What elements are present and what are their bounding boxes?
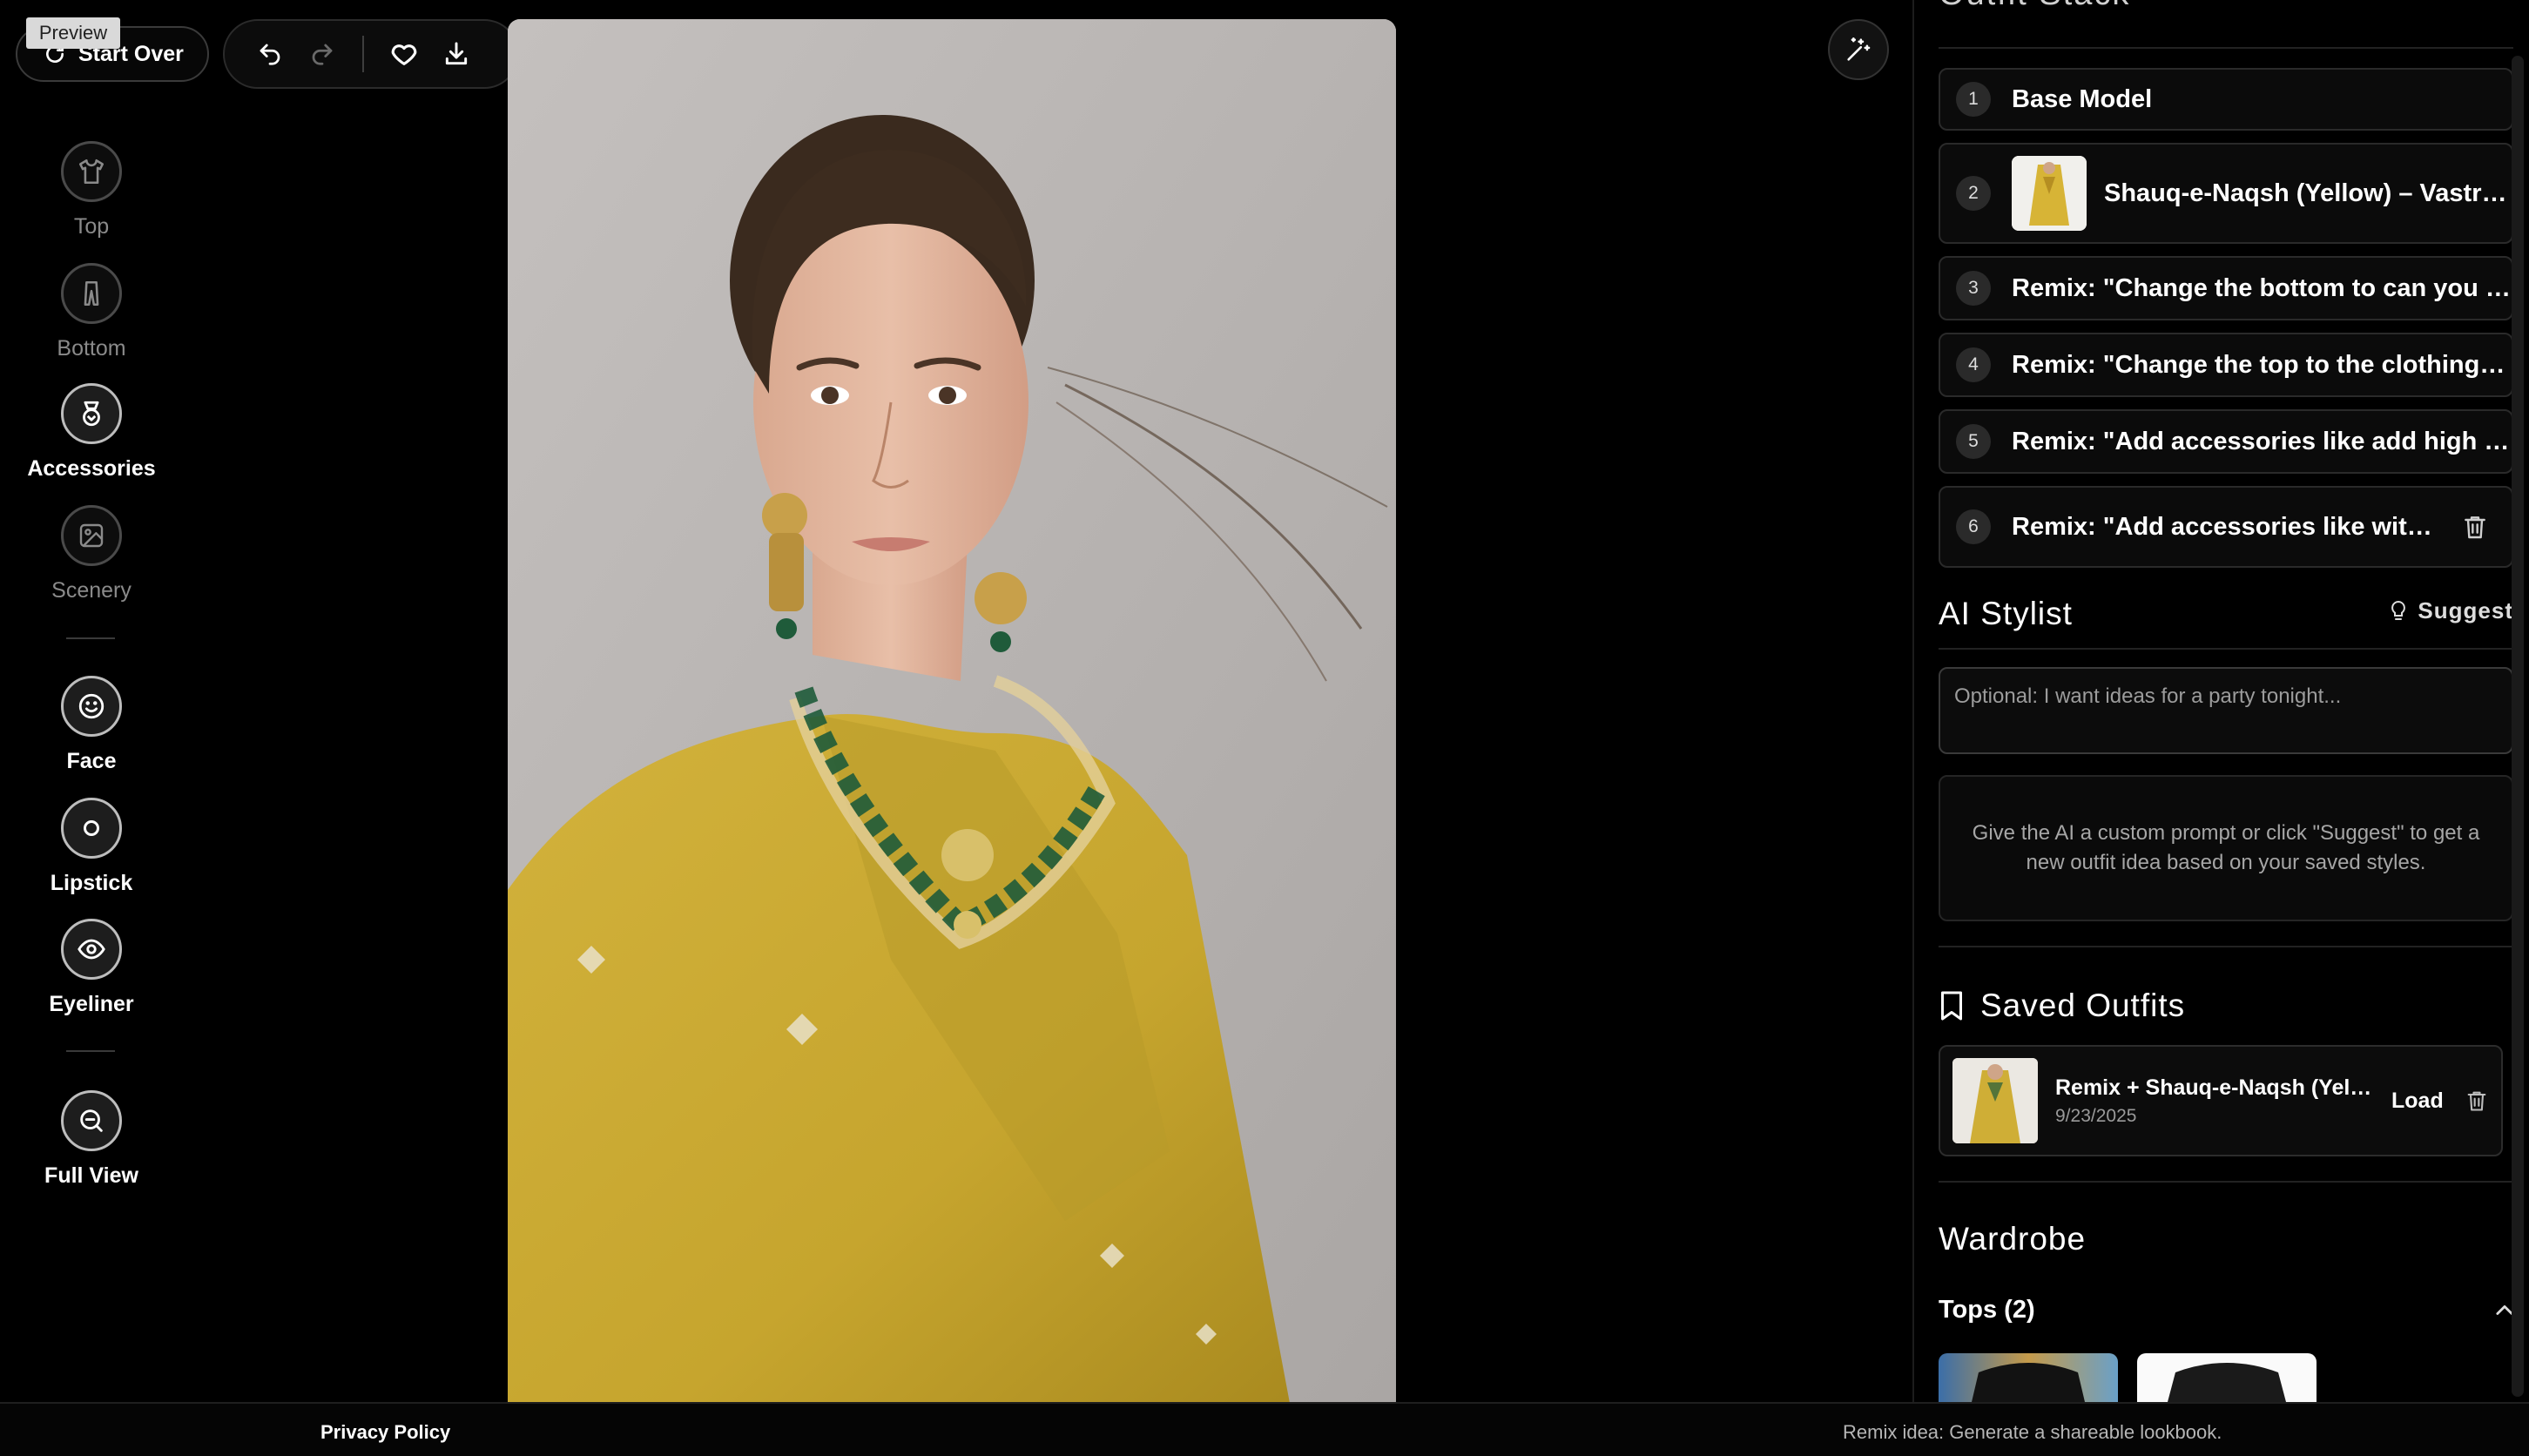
rail-item-eyeliner[interactable]: Eyeliner (0, 919, 183, 1017)
stack-item-label: Base Model (2012, 84, 2153, 113)
stylist-prompt-input[interactable] (1939, 667, 2513, 754)
rail-item-full-view[interactable]: Full View (0, 1090, 183, 1189)
redo-icon (312, 44, 333, 65)
stack-item-label: Remix: "Change the bottom to can you mak… (2012, 273, 2512, 302)
rail-item-top[interactable]: Top (0, 141, 183, 239)
undo-icon (260, 44, 280, 65)
image-icon (61, 505, 122, 566)
sparkle-wand-icon (1847, 37, 1871, 61)
pants-icon (61, 263, 122, 324)
rail-divider (66, 637, 115, 639)
preview-tag: Preview (26, 17, 120, 49)
delete-stack-item-button[interactable] (2461, 513, 2489, 541)
garment-thumbnail (2012, 156, 2087, 231)
redo-button[interactable] (296, 28, 348, 80)
trash-icon (2465, 516, 2485, 539)
stack-item-label: Remix: "Add accessories like add high he… (2012, 427, 2512, 455)
section-divider (1939, 648, 2513, 650)
lipstick-icon (61, 798, 122, 859)
bookmark-icon (1941, 991, 1962, 1021)
suggest-button[interactable]: Suggest (2388, 597, 2513, 624)
stack-item-label: Remix: "Change the top to the clothing i… (2012, 350, 2512, 379)
lightbulb-icon (2391, 600, 2406, 620)
heart-icon (391, 44, 417, 65)
saved-outfit-info: Remix + Shauq-e-Naqsh (Yellow) 9/23/2025 (2055, 1075, 2377, 1127)
smile-icon (61, 676, 122, 737)
wardrobe-item-thumbnail[interactable] (1939, 1353, 2118, 1402)
stack-item[interactable]: 5 Remix: "Add accessories like add high … (1939, 409, 2513, 474)
zoom-out-icon (61, 1090, 122, 1151)
load-outfit-button[interactable]: Load (2391, 1089, 2444, 1114)
download-button[interactable] (430, 28, 482, 80)
rail-item-accessories[interactable]: Accessories (0, 383, 183, 482)
remix-tip: Remix idea: Generate a shareable lookboo… (1843, 1421, 2222, 1443)
stack-step-number: 4 (1956, 347, 1991, 382)
trash-icon (2467, 1091, 2486, 1111)
wardrobe-title: Wardrobe (1939, 1221, 2087, 1257)
stack-step-number: 1 (1956, 82, 1991, 117)
stack-step-number: 5 (1956, 424, 1991, 459)
ai-magic-button[interactable] (1828, 19, 1889, 80)
rail-divider (66, 1050, 115, 1052)
history-toolbar (223, 19, 519, 89)
outfit-stack-title: Outfit Stack (1939, 0, 2130, 13)
saved-outfit-thumbnail (1952, 1058, 2038, 1143)
stack-item[interactable]: 1 Base Model (1939, 68, 2513, 131)
rail-label-bottom: Bottom (57, 336, 126, 361)
rail-label-eyeliner: Eyeliner (49, 992, 134, 1016)
stylist-hint: Give the AI a custom prompt or click "Su… (1939, 775, 2513, 921)
rail-label-scenery: Scenery (51, 578, 132, 603)
favorite-button[interactable] (378, 28, 430, 80)
toolbar-divider (362, 36, 364, 72)
section-divider (1939, 946, 2513, 947)
wardrobe-category-tops[interactable]: Tops (2) (1939, 1296, 2517, 1325)
stack-item[interactable]: 6 Remix: "Add accessories like with jewe… (1939, 486, 2513, 568)
rail-item-face[interactable]: Face (0, 676, 183, 774)
wardrobe-item-thumbnail[interactable] (2137, 1353, 2317, 1402)
saved-outfit-name: Remix + Shauq-e-Naqsh (Yellow) (2055, 1075, 2377, 1100)
stack-item-label: Shauq-e-Naqsh (Yellow) – Vastra Ensemble (2104, 179, 2512, 207)
stack-step-number: 2 (1956, 176, 1991, 211)
suggest-label: Suggest (2418, 597, 2513, 624)
stack-step-number: 3 (1956, 271, 1991, 306)
privacy-policy-link[interactable]: Privacy Policy (320, 1421, 450, 1444)
rail-item-bottom[interactable]: Bottom (0, 263, 183, 361)
stack-item[interactable]: 3 Remix: "Change the bottom to can you m… (1939, 256, 2513, 320)
saved-outfits-title: Saved Outfits (1980, 988, 2186, 1023)
shirt-icon (61, 141, 122, 202)
eye-icon (61, 919, 122, 980)
undo-button[interactable] (244, 28, 296, 80)
section-divider (1939, 47, 2513, 49)
stack-item-label: Remix: "Add accessories like with jewelr… (2012, 512, 2447, 541)
stack-step-number: 6 (1956, 509, 1991, 544)
footer: Privacy Policy Remix idea: Generate a sh… (0, 1402, 2529, 1456)
rail-label-top: Top (73, 214, 110, 239)
rail-label-lipstick: Lipstick (50, 871, 133, 895)
saved-outfit-date: 9/23/2025 (2055, 1105, 2137, 1126)
panel-scrollbar[interactable] (2512, 56, 2524, 1397)
stack-item[interactable]: 2 Shauq-e-Naqsh (Yellow) – Vastra Ensemb… (1939, 143, 2513, 244)
model-preview-image[interactable] (508, 19, 1396, 1412)
stack-item[interactable]: 4 Remix: "Change the top to the clothing… (1939, 333, 2513, 397)
rail-item-lipstick[interactable]: Lipstick (0, 798, 183, 896)
right-panel: Outfit Stack 1 Base Model 2 Shauq-e-Naqs… (1912, 0, 2529, 1402)
saved-outfits-header: Saved Outfits (1939, 988, 2185, 1024)
rail-label-face: Face (66, 749, 117, 773)
rail-label-full-view: Full View (44, 1163, 138, 1188)
delete-saved-outfit-button[interactable] (2465, 1089, 2489, 1113)
gem-icon (61, 383, 122, 444)
ai-stylist-title: AI Stylist (1939, 596, 2073, 631)
category-label: Tops (2) (1939, 1296, 2035, 1324)
saved-outfit-card: Remix + Shauq-e-Naqsh (Yellow) 9/23/2025… (1939, 1045, 2503, 1156)
rail-label-accessories: Accessories (27, 456, 156, 481)
rail-item-scenery[interactable]: Scenery (0, 505, 183, 603)
download-icon (445, 42, 468, 65)
section-divider (1939, 1181, 2513, 1183)
